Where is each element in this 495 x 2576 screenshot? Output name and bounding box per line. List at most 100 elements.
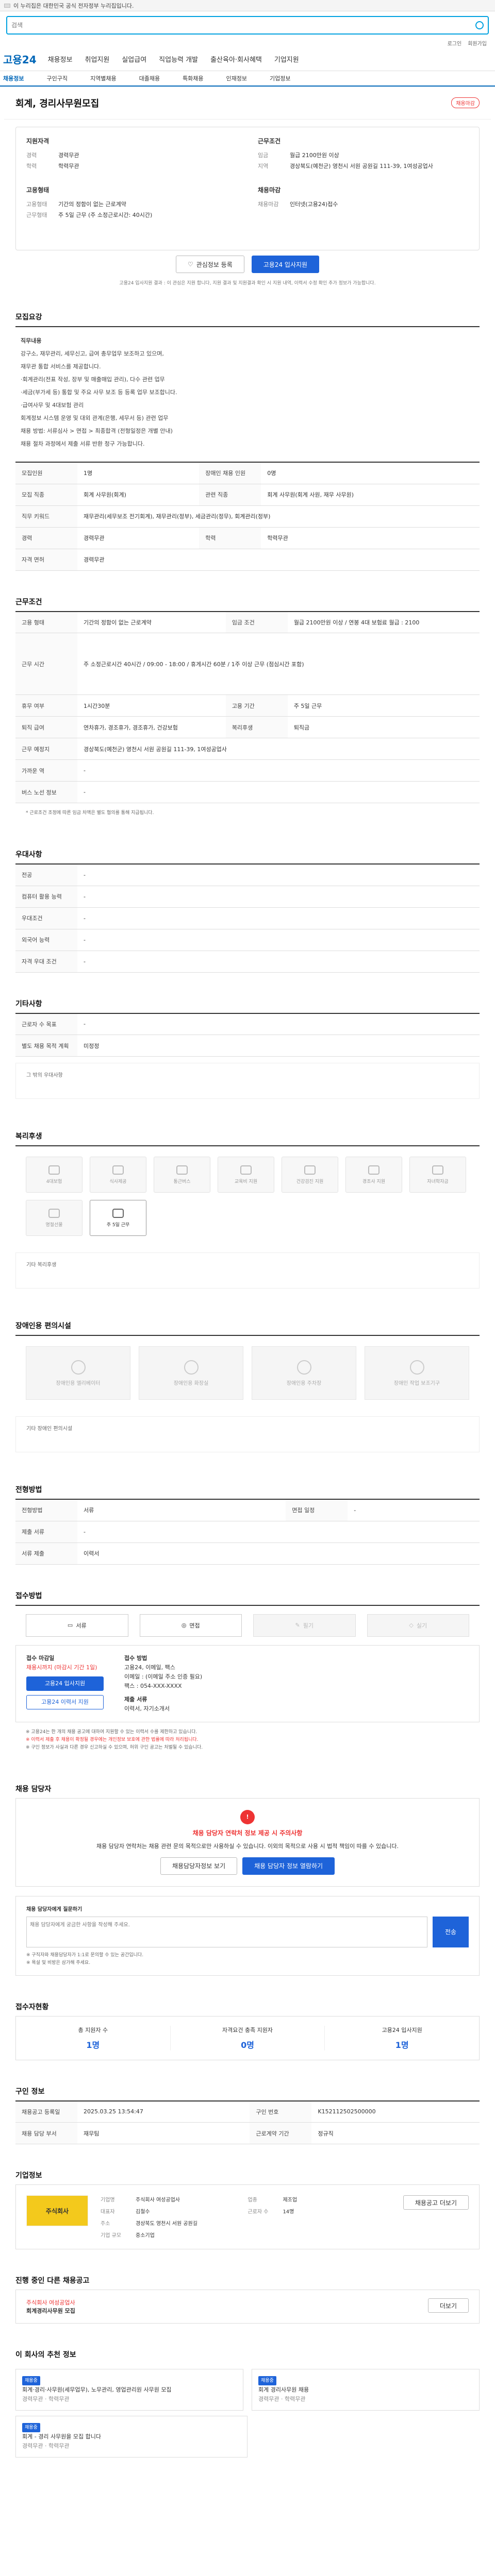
lnb-item[interactable]: 지역별채용 [90, 74, 117, 82]
util-links: 로그인 회원가입 [0, 39, 495, 47]
table-row: 서류 제출 이력서 [15, 1543, 480, 1565]
company-value: 14명 [283, 2209, 294, 2215]
table-row: 가까운 역- [15, 759, 480, 782]
welfare-label: 주 5일 근무 [106, 1222, 130, 1228]
company-value: 경상북도 영천시 서원 공원길 [136, 2221, 197, 2227]
cell: 장애인 채용 인원 [199, 462, 261, 484]
inquiry-textarea[interactable] [26, 1916, 427, 1947]
disability-card: 장애인용 엘리베이터 [26, 1346, 130, 1400]
gnb-item[interactable]: 취업지원 [85, 54, 109, 64]
section-title: 접수방법 [15, 1591, 42, 1600]
section-title: 근무조건 [15, 598, 42, 606]
related-company: 주식회사 여성공업사 [26, 2299, 75, 2306]
etc-table: 근로자 수 목표 - 별도 채용 목적 계획 미정정 [15, 1012, 480, 1057]
cell: - [77, 1521, 480, 1543]
gnb-item[interactable]: 직업능력 개발 [159, 54, 198, 64]
search-box[interactable] [6, 16, 489, 35]
lnb-item[interactable]: 구인구직 [46, 74, 67, 82]
cell: 미정정 [77, 1035, 480, 1057]
table-row: 우대조건 - [15, 907, 480, 929]
section-title: 구인 정보 [15, 2087, 45, 2096]
similar-title: 회계 - 경리 사무원을 모집 합니다 [22, 2433, 102, 2440]
status-cell: 자격요건 충족 지원자 0명 [171, 2025, 325, 2050]
search-input[interactable] [11, 22, 475, 29]
apply-button[interactable]: 고용24 입사지원 [251, 256, 320, 273]
cell: 근무 예정지 [15, 738, 77, 760]
search-icon[interactable] [475, 21, 484, 29]
similar-card[interactable]: 채용중 회계·경리·사무원(세무업무), 노무관리, 영업관리원 사무원 모집 경력… [15, 2369, 243, 2411]
apply-method-item: 팩스 : 054-XXX-XXXX [124, 1682, 182, 1689]
scrap-button[interactable]: ♡ 관심정보 등록 [175, 256, 244, 273]
section-disability: 장애인용 편의시설 장애인용 엘리베이터 장애인용 화장실 장애인용 주차장 장… [15, 1315, 480, 1452]
table-row: 버스 노선 정보 - [15, 781, 480, 803]
similar-meta: 경력무관 · 학력무관 [258, 2396, 306, 2402]
toilet-icon [184, 1360, 199, 1375]
method-label: 실기 [416, 1622, 427, 1629]
warning-icon: ! [240, 1809, 255, 1824]
contact-open-button[interactable]: 채용 담당자 정보 열람하기 [242, 1857, 335, 1875]
cell: 재무팀 [77, 2122, 250, 2144]
section-title: 전형방법 [15, 1486, 42, 1494]
table-row: 근무 시간 주 소정근로시간 40시간 / 09:00 - 18:00 / 휴게시… [15, 633, 480, 695]
cell: 2025.03.25 13:54:47 [77, 2100, 250, 2123]
desc-line: 재무관 통합 서비스를 제공합니다. [21, 363, 101, 370]
lnb-item[interactable]: 특화채용 [183, 74, 203, 82]
resume-submit-button[interactable]: 고용24 이력서 지원 [26, 1694, 104, 1709]
section-info: 구인 정보 채용공고 등록일 2025.03.25 13:54:47 구인 번호 K1… [15, 2081, 480, 2144]
contact-warning: ! 채용 담당자 연락처 정보 제공 시 주의사항 채용 담당자 연락처는 채용… [15, 1798, 480, 1887]
lnb-item[interactable]: 채용정보 [3, 74, 24, 82]
section-title: 기업정보 [15, 2172, 42, 2180]
section-contact: 채용 담당자 ! 채용 담당자 연락처 정보 제공 시 주의사항 채용 담당자 … [15, 1778, 480, 1976]
company-key: 주소 [101, 2221, 110, 2227]
gnb-item[interactable]: 출산육아·회사혜택 [210, 54, 262, 64]
search-row [0, 11, 495, 39]
cell: 근로자 수 목표 [15, 1013, 77, 1035]
cell: 주 소정근로시간 40시간 / 09:00 - 18:00 / 휴게시간 60분… [77, 633, 480, 695]
bus-icon [176, 1165, 188, 1175]
related-job-link[interactable]: 회계경리사무원 모집 [26, 2308, 75, 2314]
apply-mid: 접수 방법 고용24, 이메일, 팩스 이메일 : (이메일 주소 인증 필요)… [124, 1654, 202, 1714]
company-key: 근로자 수 [248, 2209, 269, 2215]
cell: 휴무 여부 [15, 694, 77, 717]
apply-box: 접수 마감일 채용시까지 (마감시 기간 1일) 고용24 입사지원 고용24 … [15, 1645, 480, 1722]
gnb-item[interactable]: 실업급여 [122, 54, 146, 64]
gov-banner: 이 누리집은 대한민국 공식 전자정부 누리집입니다. [0, 0, 495, 11]
lnb-item[interactable]: 대졸채용 [139, 74, 160, 82]
cell: 채용 담당 부서 [15, 2122, 77, 2144]
company-more-button[interactable]: 채용공고 더보기 [403, 2195, 469, 2210]
section-related: 진행 중인 다른 채용공고 주식회사 여성공업사 회계경리사무원 모집 더보기 [15, 2270, 480, 2324]
signup-link[interactable]: 회원가입 [468, 39, 487, 47]
calendar-icon [112, 1208, 124, 1218]
similar-tag: 채용중 [22, 2376, 40, 2385]
gnb-item[interactable]: 채용정보 [48, 54, 73, 64]
contact-view-button[interactable]: 채용담당자정보 보기 [160, 1857, 238, 1875]
similar-card[interactable]: 채용중 회계 경리사무원 채용 경력무관 · 학력무관 [252, 2369, 480, 2411]
inquiry-send-button[interactable]: 전송 [433, 1916, 469, 1947]
lnb-item[interactable]: 기업정보 [270, 74, 290, 82]
table-row: 컴퓨터 활용 능력 - [15, 886, 480, 908]
site-logo[interactable]: 고용24 [3, 52, 37, 66]
related-box: 주식회사 여성공업사 회계경리사무원 모집 더보기 [15, 2290, 480, 2324]
kv-value: 경상북도(예천군) 영천시 서원 공원길 111-39, 1여성공업사 [290, 163, 433, 170]
desc-line: 강구소, 재무관리, 세무신고, 급여 총무업무 보조하고 있으며, [21, 350, 164, 357]
kv-key: 지역 [258, 163, 269, 170]
apply-submit-button[interactable]: 고용24 입사지원 [26, 1676, 104, 1691]
gnb-item[interactable]: 기업지원 [274, 54, 299, 64]
note-line: ※ 욕설 및 비방은 삼가해 주세요. [26, 1960, 91, 1965]
section-recruit: 모집요강 직무내용 강구소, 재무관리, 세무신고, 급여 총무업무 보조하고 … [15, 307, 480, 571]
section-title: 진행 중인 다른 채용공고 [15, 2277, 90, 2285]
related-more-button[interactable]: 더보기 [427, 2298, 469, 2313]
welfare-card: 건강검진 지원 [282, 1157, 338, 1193]
cell: K152112502500000 [311, 2100, 480, 2123]
similar-card[interactable]: 채용중 회계 - 경리 사무원을 모집 합니다 경력무관 · 학력무관 [15, 2416, 248, 2458]
book-icon [240, 1165, 252, 1175]
cell: 전공 [15, 864, 77, 886]
company-value: 김철수 [136, 2209, 150, 2215]
lnb-item[interactable]: 인재정보 [226, 74, 247, 82]
apply-doc-item: 이력서, 자기소개서 [124, 1705, 170, 1712]
table-row: 별도 채용 목적 계획 미정정 [15, 1035, 480, 1057]
login-link[interactable]: 로그인 [448, 39, 462, 47]
cell: 버스 노선 정보 [15, 781, 77, 803]
summary-heading: 지원자격 [26, 138, 50, 145]
present-icon [48, 1208, 60, 1218]
